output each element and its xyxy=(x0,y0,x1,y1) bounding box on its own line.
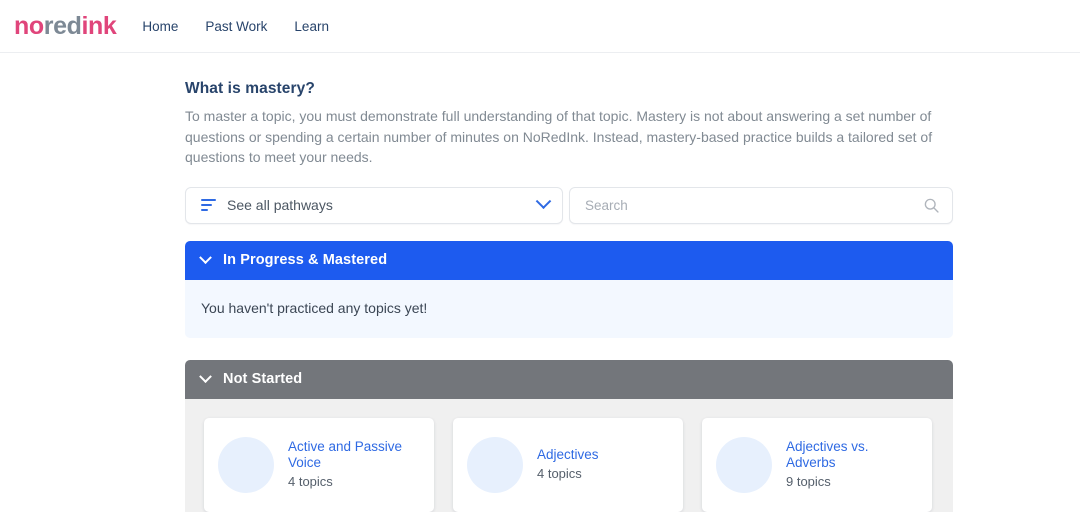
topic-card[interactable]: Active and Passive Voice 4 topics xyxy=(204,417,434,512)
section-header-not-started[interactable]: Not Started xyxy=(185,359,953,399)
filter-row: See all pathways xyxy=(185,186,953,224)
topic-card-count: 4 topics xyxy=(288,474,333,489)
avatar-circle xyxy=(716,436,772,493)
page-body: What is mastery? To master a topic, you … xyxy=(0,53,1080,512)
search-box[interactable] xyxy=(569,186,953,224)
chevron-down-icon xyxy=(535,192,552,209)
nav-links: Home Past Work Learn xyxy=(142,19,329,34)
topic-card-title[interactable]: Adjectives xyxy=(537,447,669,463)
topic-card[interactable]: Adjectives vs. Adverbs 9 topics xyxy=(702,417,932,512)
topic-card-meta: Active and Passive Voice 4 topics xyxy=(288,439,420,490)
topic-card-count: 4 topics xyxy=(537,466,582,481)
chevron-down-icon xyxy=(199,369,212,383)
search-icon[interactable] xyxy=(923,197,940,214)
section-title: Not Started xyxy=(223,371,303,387)
section-not-started: Not Started Active and Passive Voice 4 t… xyxy=(185,359,953,512)
nav-link-learn[interactable]: Learn xyxy=(294,19,329,34)
topic-card-count: 9 topics xyxy=(786,474,831,489)
section-title: In Progress & Mastered xyxy=(223,252,388,268)
logo-text-ink: ink xyxy=(81,11,117,40)
empty-state-message: You haven't practiced any topics yet! xyxy=(201,299,428,316)
nav-link-home[interactable]: Home xyxy=(142,19,178,34)
logo-text-red: red xyxy=(43,11,82,40)
content-column: What is mastery? To master a topic, you … xyxy=(185,80,953,512)
nav-link-past-work[interactable]: Past Work xyxy=(205,19,267,34)
filter-icon xyxy=(201,198,216,212)
top-navigation-bar: noredink Home Past Work Learn xyxy=(0,0,1080,53)
noredink-logo[interactable]: noredink xyxy=(14,11,117,40)
logo-text-no: no xyxy=(14,11,44,40)
empty-state-message-container: You haven't practiced any topics yet! xyxy=(185,279,953,338)
topic-card-title[interactable]: Active and Passive Voice xyxy=(288,439,420,471)
search-input[interactable] xyxy=(585,197,923,213)
avatar-circle xyxy=(467,436,523,493)
topic-card-meta: Adjectives vs. Adverbs 9 topics xyxy=(786,439,918,490)
pathway-dropdown-label: See all pathways xyxy=(227,197,333,213)
topic-card-grid: Active and Passive Voice 4 topics Adject… xyxy=(185,398,953,512)
section-header-in-progress-mastered[interactable]: In Progress & Mastered xyxy=(185,240,953,280)
topic-card[interactable]: Adjectives 4 topics xyxy=(453,417,683,512)
avatar-circle xyxy=(218,436,274,493)
topic-card-meta: Adjectives 4 topics xyxy=(537,447,669,482)
chevron-down-icon xyxy=(199,250,212,264)
page-title: What is mastery? xyxy=(185,80,315,97)
intro-paragraph: To master a topic, you must demonstrate … xyxy=(185,108,933,165)
pathway-dropdown[interactable]: See all pathways xyxy=(185,186,563,224)
section-in-progress-mastered: In Progress & Mastered You haven't pract… xyxy=(185,240,953,338)
topic-card-title[interactable]: Adjectives vs. Adverbs xyxy=(786,439,918,471)
